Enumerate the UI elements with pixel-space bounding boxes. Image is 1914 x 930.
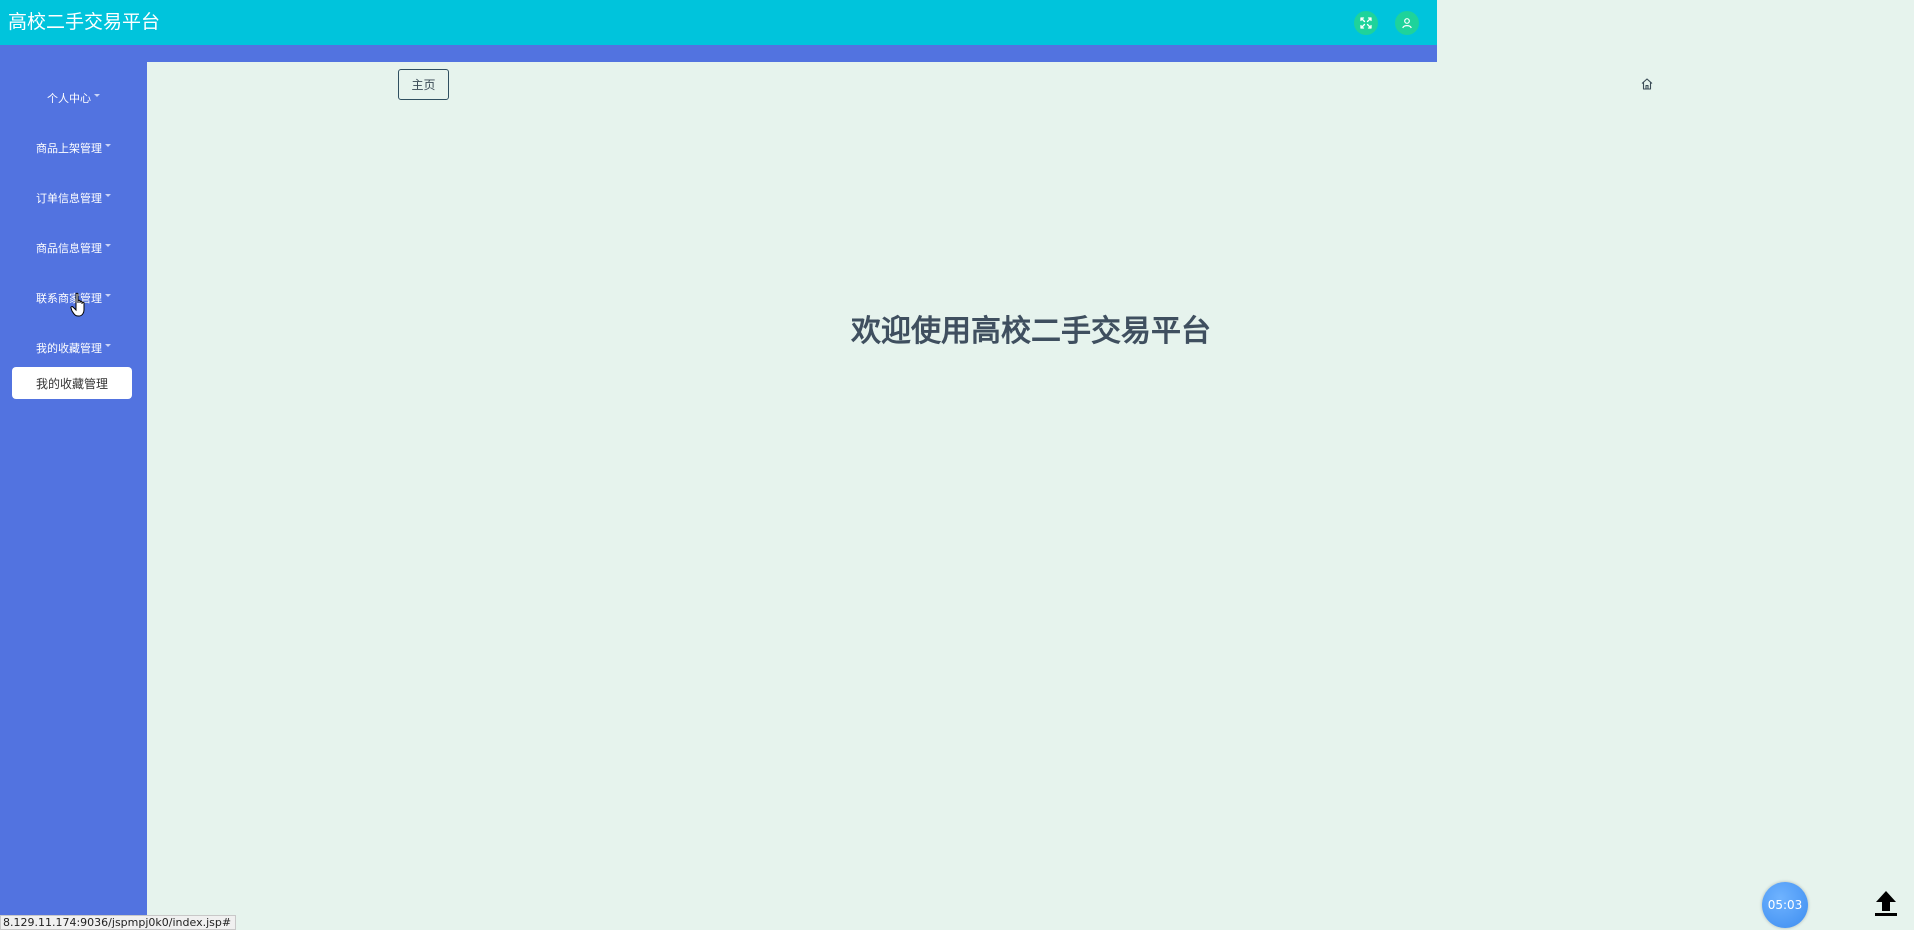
chevron-down-icon <box>105 343 111 347</box>
chevron-down-icon <box>105 143 111 147</box>
sidebar-item-label: 商品信息管理 <box>36 242 102 255</box>
user-icon[interactable] <box>1395 11 1419 35</box>
sidebar-item-my-favorites[interactable]: 我的收藏管理 <box>0 333 147 363</box>
sidebar-item-order-info[interactable]: 订单信息管理 <box>0 183 147 213</box>
page: 高校二手交易平台 个人中心 商品上架管理 订单信息管理 商品信息管理 联系商家管… <box>0 0 1914 930</box>
submenu-item-my-favorites[interactable]: 我的收藏管理 <box>12 367 132 399</box>
hand-cursor-icon <box>70 292 85 317</box>
chevron-down-icon <box>105 243 111 247</box>
sidebar-item-label: 联系商家管理 <box>36 292 102 305</box>
app-title: 高校二手交易平台 <box>8 11 161 33</box>
sidebar-item-product-listing[interactable]: 商品上架管理 <box>0 133 147 163</box>
sidebar-item-product-info[interactable]: 商品信息管理 <box>0 233 147 263</box>
chevron-down-icon <box>105 193 111 197</box>
sidebar-item-label: 个人中心 <box>47 92 91 105</box>
chevron-down-icon <box>94 93 100 97</box>
chevron-down-icon <box>105 293 111 297</box>
sidebar-item-label: 我的收藏管理 <box>36 342 102 355</box>
top-header: 高校二手交易平台 <box>0 0 1437 45</box>
sidebar-item-personal-center[interactable]: 个人中心 <box>0 83 147 113</box>
home-icon[interactable] <box>1640 77 1654 91</box>
sidebar-item-label: 订单信息管理 <box>36 192 102 205</box>
status-bar-url: 8.129.11.174:9036/jspmpj0k0/index.jsp# <box>0 915 237 930</box>
header-stripe <box>0 45 1437 62</box>
sidebar-item-label: 商品上架管理 <box>36 142 102 155</box>
welcome-heading: 欢迎使用高校二手交易平台 <box>851 314 1211 349</box>
timer-badge: 05:03 <box>1762 882 1808 928</box>
tab-home[interactable]: 主页 <box>398 69 449 100</box>
fullscreen-icon[interactable] <box>1354 11 1378 35</box>
back-to-top-icon[interactable] <box>1872 888 1900 918</box>
